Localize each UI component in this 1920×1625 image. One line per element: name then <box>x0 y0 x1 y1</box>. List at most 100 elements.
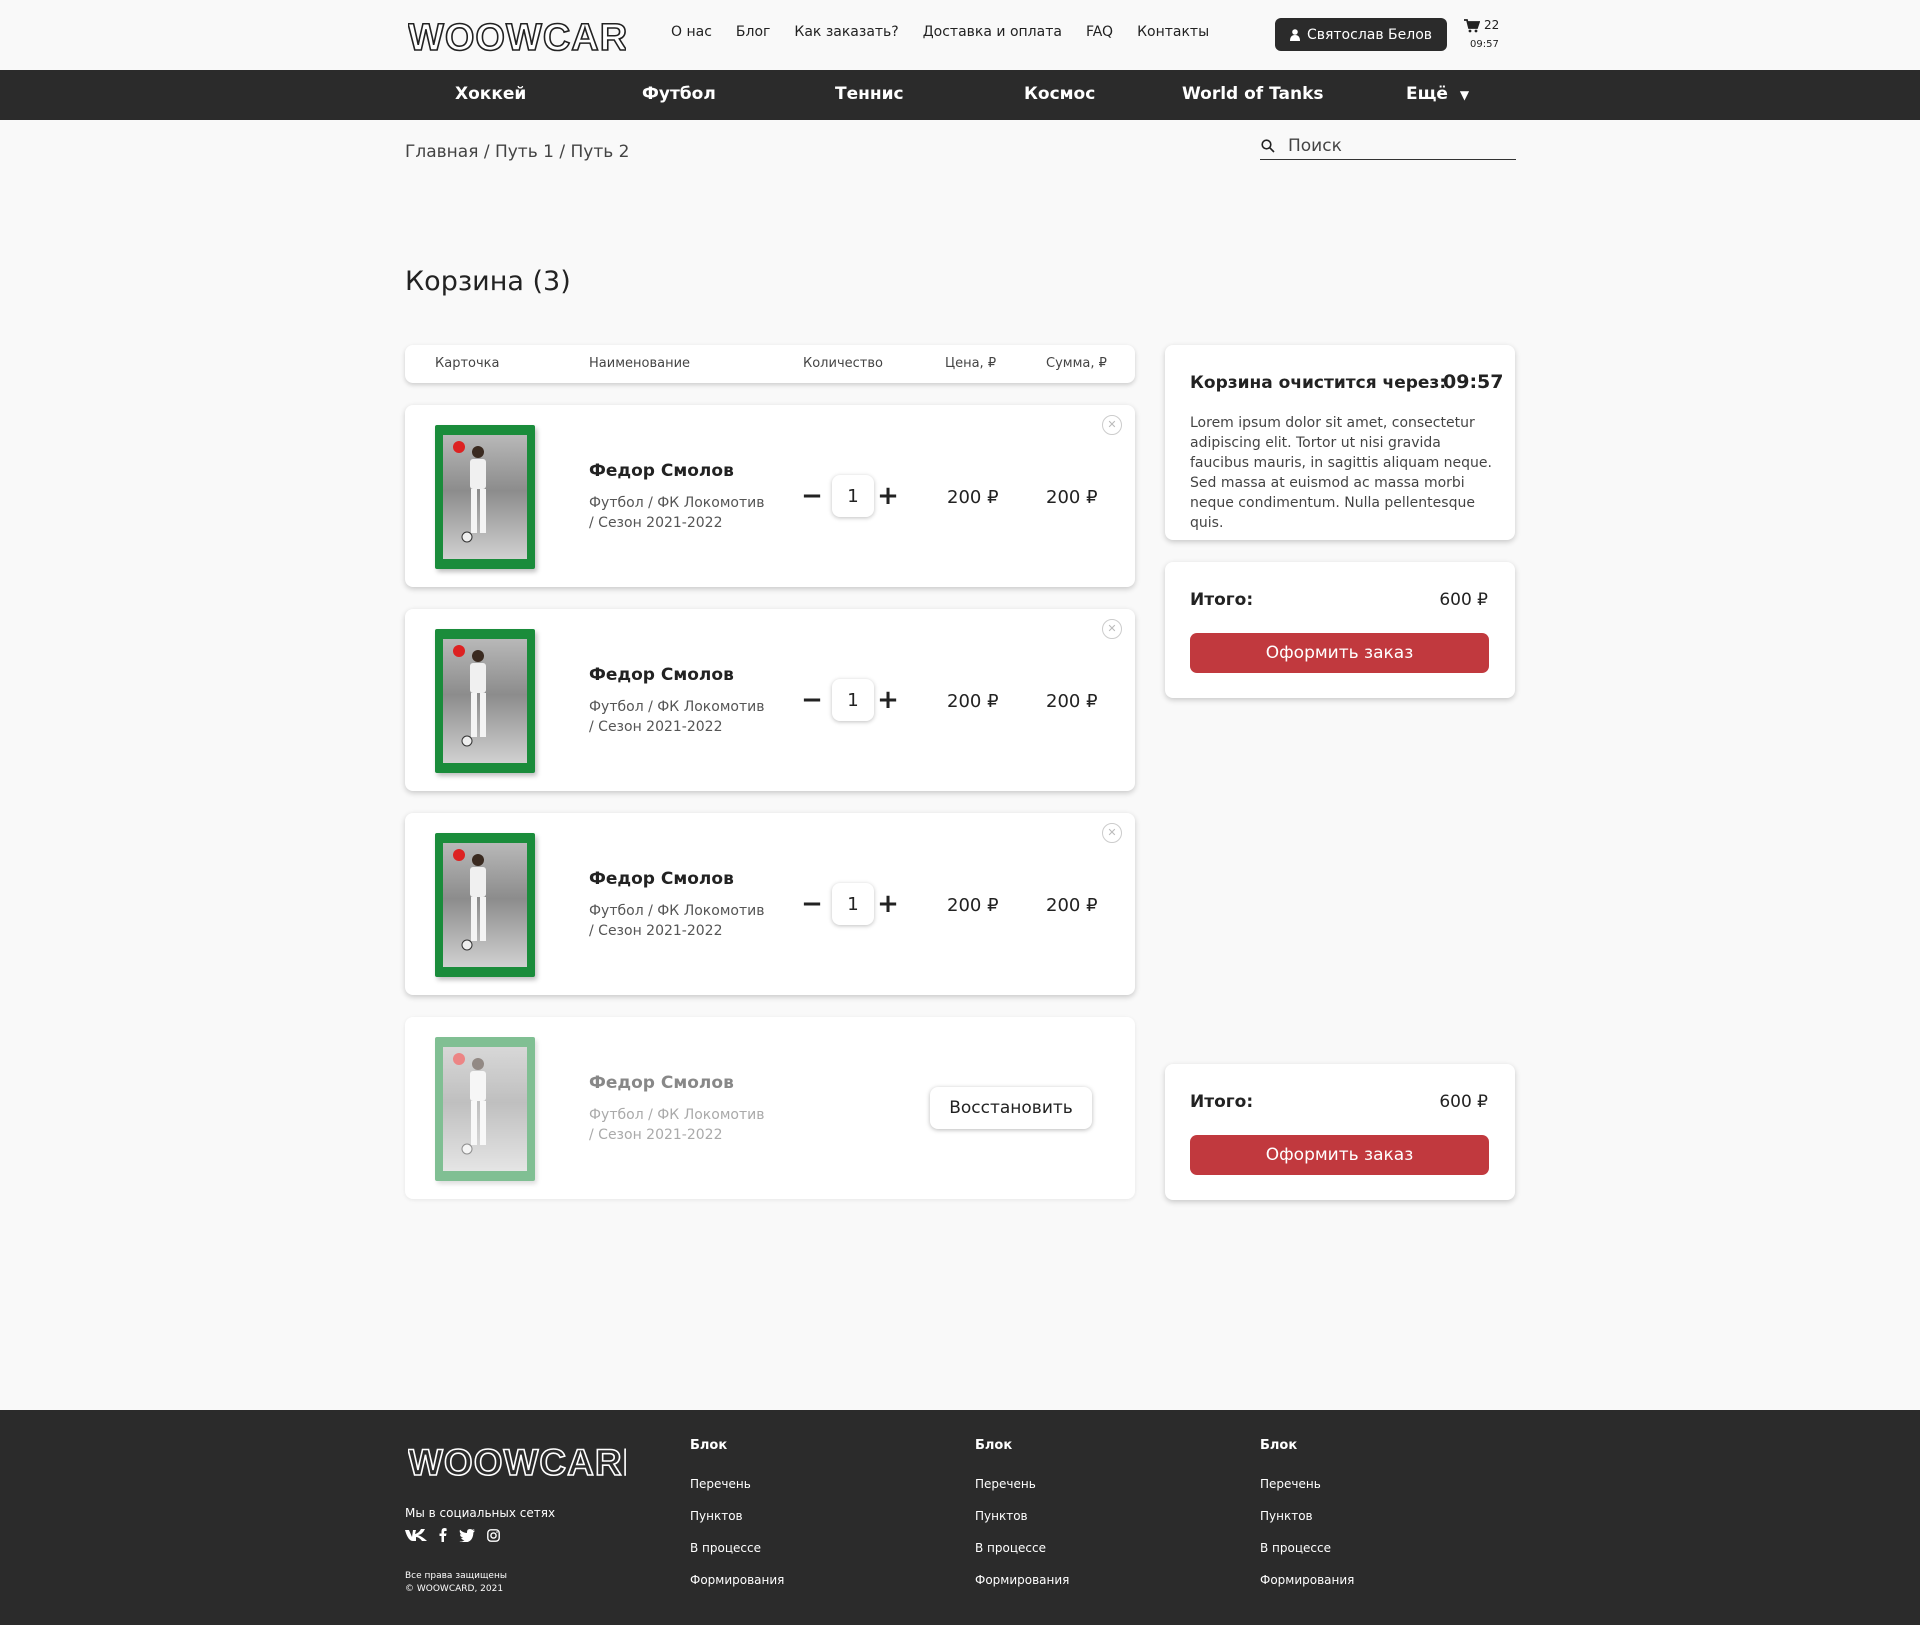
brand-logo[interactable]: WOOWCARD <box>408 14 626 56</box>
nav-blog[interactable]: Блог <box>736 24 770 40</box>
item-name[interactable]: Федор Смолов <box>589 665 734 685</box>
increase-button[interactable]: + <box>876 483 900 509</box>
facebook-icon[interactable] <box>439 1528 447 1542</box>
nav-how-to-order[interactable]: Как заказать? <box>794 24 898 40</box>
item-description: Футбол / ФК Локомотив / Сезон 2021-2022 <box>589 1107 765 1143</box>
category-more-label: Ещё <box>1406 84 1448 104</box>
vk-icon[interactable] <box>405 1529 427 1541</box>
timer-description: Lorem ipsum dolor sit amet, consectetur … <box>1190 415 1492 531</box>
footer-link[interactable]: Формирования <box>690 1573 784 1587</box>
increase-button[interactable]: + <box>876 891 900 917</box>
timer-title: Корзина очистится через: <box>1190 373 1447 393</box>
remove-item-button[interactable]: ✕ <box>1102 823 1122 843</box>
top-header: WOOWCARD О нас Блог Как заказать? Достав… <box>0 0 1920 70</box>
item-name: Федор Смолов <box>589 1073 734 1093</box>
nav-contacts[interactable]: Контакты <box>1137 24 1209 40</box>
item-name[interactable]: Федор Смолов <box>589 869 734 889</box>
footer-link[interactable]: Перечень <box>690 1477 784 1491</box>
footer-column: Блок Перечень Пунктов В процессе Формиро… <box>690 1438 784 1605</box>
total-value: 600 ₽ <box>1439 1092 1488 1112</box>
increase-button[interactable]: + <box>876 687 900 713</box>
category-space[interactable]: Космос <box>1024 84 1095 104</box>
cart-item: Федор Смолов Футбол / ФК Локомотив / Сез… <box>405 813 1135 995</box>
category-hockey[interactable]: Хоккей <box>455 84 526 104</box>
item-price: 200 ₽ <box>947 691 999 712</box>
instagram-icon[interactable] <box>487 1528 500 1542</box>
footer-link[interactable]: В процессе <box>1260 1541 1354 1555</box>
item-description: Футбол / ФК Локомотив / Сезон 2021-2022 <box>589 903 765 939</box>
total-label: Итого: <box>1190 590 1254 610</box>
footer-link[interactable]: Перечень <box>1260 1477 1354 1491</box>
footer-link[interactable]: Пунктов <box>690 1509 784 1523</box>
order-total-panel: Итого: 600 ₽ Оформить заказ <box>1165 562 1515 698</box>
decrease-button[interactable]: − <box>800 687 824 713</box>
cart-button[interactable]: 22 09:57 <box>1462 16 1506 54</box>
quantity-stepper: − 1 + <box>800 679 900 723</box>
footer-link[interactable]: Формирования <box>1260 1573 1354 1587</box>
restore-button[interactable]: Восстановить <box>930 1087 1092 1129</box>
footer: WOOWCARD Мы в социальных сетях Все права… <box>0 1410 1920 1625</box>
footer-link[interactable]: В процессе <box>690 1541 784 1555</box>
footer-link[interactable]: Пунктов <box>975 1509 1069 1523</box>
quantity-value[interactable]: 1 <box>832 475 874 517</box>
footer-column-title: Блок <box>975 1438 1013 1453</box>
category-tennis[interactable]: Теннис <box>835 84 904 104</box>
card-thumbnail[interactable] <box>435 629 535 773</box>
footer-column: Блок Перечень Пунктов В процессе Формиро… <box>1260 1438 1354 1605</box>
social-links <box>405 1528 500 1542</box>
user-account-button[interactable]: Святослав Белов <box>1275 18 1447 51</box>
twitter-icon[interactable] <box>459 1528 475 1542</box>
social-title: Мы в социальных сетях <box>405 1506 556 1520</box>
timer-value: 09:57 <box>1443 371 1504 393</box>
remove-item-button[interactable]: ✕ <box>1102 619 1122 639</box>
decrease-button[interactable]: − <box>800 483 824 509</box>
removed-cart-item: Федор Смолов Футбол / ФК Локомотив / Сез… <box>405 1017 1135 1199</box>
player-figure-icon <box>461 854 486 951</box>
card-thumbnail[interactable] <box>435 425 535 569</box>
search-input[interactable] <box>1288 134 1508 158</box>
user-icon <box>1289 28 1300 41</box>
player-figure-icon <box>461 1058 486 1155</box>
remove-item-button[interactable]: ✕ <box>1102 415 1122 435</box>
copyright-line-2: © WOOWCARD, 2021 <box>405 1584 504 1594</box>
quantity-value[interactable]: 1 <box>832 679 874 721</box>
column-card: Карточка <box>435 356 500 371</box>
breadcrumb[interactable]: Главная / Путь 1 / Путь 2 <box>405 142 629 162</box>
column-price: Цена, ₽ <box>945 356 997 371</box>
caret-down-icon: ▼ <box>1459 88 1470 102</box>
category-football[interactable]: Футбол <box>642 84 716 104</box>
item-sum: 200 ₽ <box>1046 691 1098 712</box>
category-world-of-tanks[interactable]: World of Tanks <box>1182 84 1324 104</box>
nav-faq[interactable]: FAQ <box>1086 24 1113 40</box>
svg-text:WOOWCARD: WOOWCARD <box>408 1442 626 1480</box>
checkout-button[interactable]: Оформить заказ <box>1190 633 1489 673</box>
main-nav: О нас Блог Как заказать? Доставка и опла… <box>671 24 1209 40</box>
cart-table-header: Карточка Наименование Количество Цена, ₽… <box>405 345 1135 383</box>
total-value: 600 ₽ <box>1439 590 1488 610</box>
footer-link[interactable]: Пунктов <box>1260 1509 1354 1523</box>
footer-link[interactable]: Перечень <box>975 1477 1069 1491</box>
user-name: Святослав Белов <box>1306 26 1433 43</box>
card-thumbnail[interactable] <box>435 833 535 977</box>
cart-timer: 09:57 <box>1470 39 1499 50</box>
cart-count: 22 <box>1484 18 1500 32</box>
quantity-value[interactable]: 1 <box>832 883 874 925</box>
footer-link[interactable]: Формирования <box>975 1573 1069 1587</box>
search-box <box>1260 134 1516 160</box>
checkout-button[interactable]: Оформить заказ <box>1190 1135 1489 1175</box>
footer-column: Блок Перечень Пунктов В процессе Формиро… <box>975 1438 1069 1605</box>
decrease-button[interactable]: − <box>800 891 824 917</box>
player-figure-icon <box>461 650 486 747</box>
footer-link[interactable]: В процессе <box>975 1541 1069 1555</box>
quantity-stepper: − 1 + <box>800 475 900 519</box>
nav-about[interactable]: О нас <box>671 24 712 40</box>
item-description: Футбол / ФК Локомотив / Сезон 2021-2022 <box>589 699 765 735</box>
category-more[interactable]: Ещё ▼ <box>1406 84 1469 104</box>
copyright: Все права защищены © WOOWCARD, 2021 <box>405 1570 507 1596</box>
column-name: Наименование <box>589 356 691 371</box>
search-icon <box>1261 139 1275 153</box>
nav-delivery[interactable]: Доставка и оплата <box>923 24 1062 40</box>
footer-brand-logo[interactable]: WOOWCARD <box>408 1440 626 1480</box>
item-name[interactable]: Федор Смолов <box>589 461 734 481</box>
item-price: 200 ₽ <box>947 895 999 916</box>
